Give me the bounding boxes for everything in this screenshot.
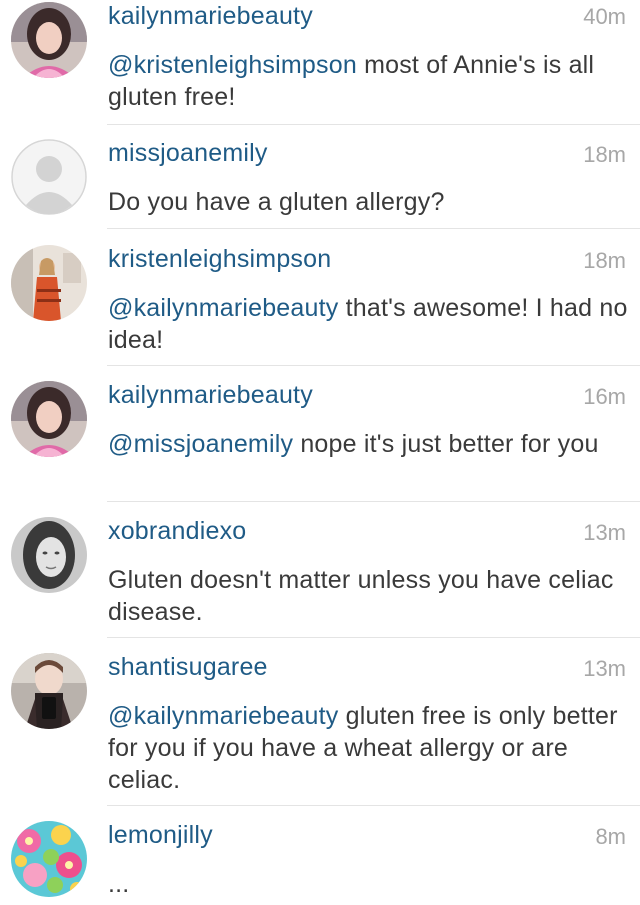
comment-text: @kailynmariebeauty that's awesome! I had… bbox=[108, 292, 628, 356]
comment-item: xobrandiexo 13m Gluten doesn't matter un… bbox=[0, 502, 640, 638]
comment-item: missjoanemily 18m Do you have a gluten a… bbox=[0, 125, 640, 229]
comment-text: @kailynmariebeauty gluten free is only b… bbox=[108, 700, 628, 796]
comment-text: ... bbox=[108, 868, 628, 900]
comment-timestamp: 18m bbox=[583, 248, 626, 273]
comment-item: lemonjilly 8m ... bbox=[0, 806, 640, 905]
avatar-bw-portrait-icon[interactable] bbox=[11, 517, 87, 593]
comment-item: shantisugaree 13m @kailynmariebeauty glu… bbox=[0, 638, 640, 806]
comment-timestamp: 8m bbox=[595, 824, 626, 849]
comment-item: kristenleighsimpson 18m @kailynmariebeau… bbox=[0, 229, 640, 366]
comment-timestamp: 16m bbox=[583, 384, 626, 409]
comment-text: Gluten doesn't matter unless you have ce… bbox=[108, 564, 628, 628]
comment-message: Do you have a gluten allergy? bbox=[108, 188, 445, 216]
comment-message: ... bbox=[108, 870, 130, 898]
comment-mention-link[interactable]: @missjoanemily bbox=[108, 430, 293, 458]
comment-timestamp: 40m bbox=[583, 4, 626, 29]
comment-username[interactable]: missjoanemily bbox=[108, 139, 268, 168]
comment-item: kailynmariebeauty 40m @kristenleighsimps… bbox=[0, 0, 640, 125]
comment-text: @missjoanemily nope it's just better for… bbox=[108, 428, 628, 460]
comment-timestamp: 18m bbox=[583, 142, 626, 167]
avatar-dark-hair-woman-icon[interactable] bbox=[11, 381, 87, 457]
avatar-woman-orange-dress-icon[interactable] bbox=[11, 245, 87, 321]
comment-mention-link[interactable]: @kailynmariebeauty bbox=[108, 294, 338, 322]
comment-timestamp: 13m bbox=[583, 656, 626, 681]
avatar-dark-hair-woman-icon[interactable] bbox=[11, 2, 87, 78]
comment-text: @kristenleighsimpson most of Annie's is … bbox=[108, 49, 628, 113]
comment-text: Do you have a gluten allergy? bbox=[108, 186, 628, 218]
comment-username[interactable]: kailynmariebeauty bbox=[108, 381, 313, 410]
comment-timestamp: 13m bbox=[583, 520, 626, 545]
comment-mention-link[interactable]: @kristenleighsimpson bbox=[108, 51, 357, 79]
default-profile-silhouette-icon[interactable] bbox=[11, 139, 87, 215]
avatar-floral-pattern-icon[interactable] bbox=[11, 821, 87, 897]
comment-username[interactable]: xobrandiexo bbox=[108, 517, 246, 546]
comment-username[interactable]: shantisugaree bbox=[108, 653, 268, 682]
comment-message: nope it's just better for you bbox=[293, 430, 599, 458]
comment-mention-link[interactable]: @kailynmariebeauty bbox=[108, 702, 338, 730]
avatar-woman-selfie-icon[interactable] bbox=[11, 653, 87, 729]
comment-username[interactable]: lemonjilly bbox=[108, 821, 213, 850]
comment-username[interactable]: kristenleighsimpson bbox=[108, 245, 331, 274]
comment-username[interactable]: kailynmariebeauty bbox=[108, 2, 313, 31]
comment-message: Gluten doesn't matter unless you have ce… bbox=[108, 566, 614, 626]
comment-item: kailynmariebeauty 16m @missjoanemily nop… bbox=[0, 366, 640, 502]
